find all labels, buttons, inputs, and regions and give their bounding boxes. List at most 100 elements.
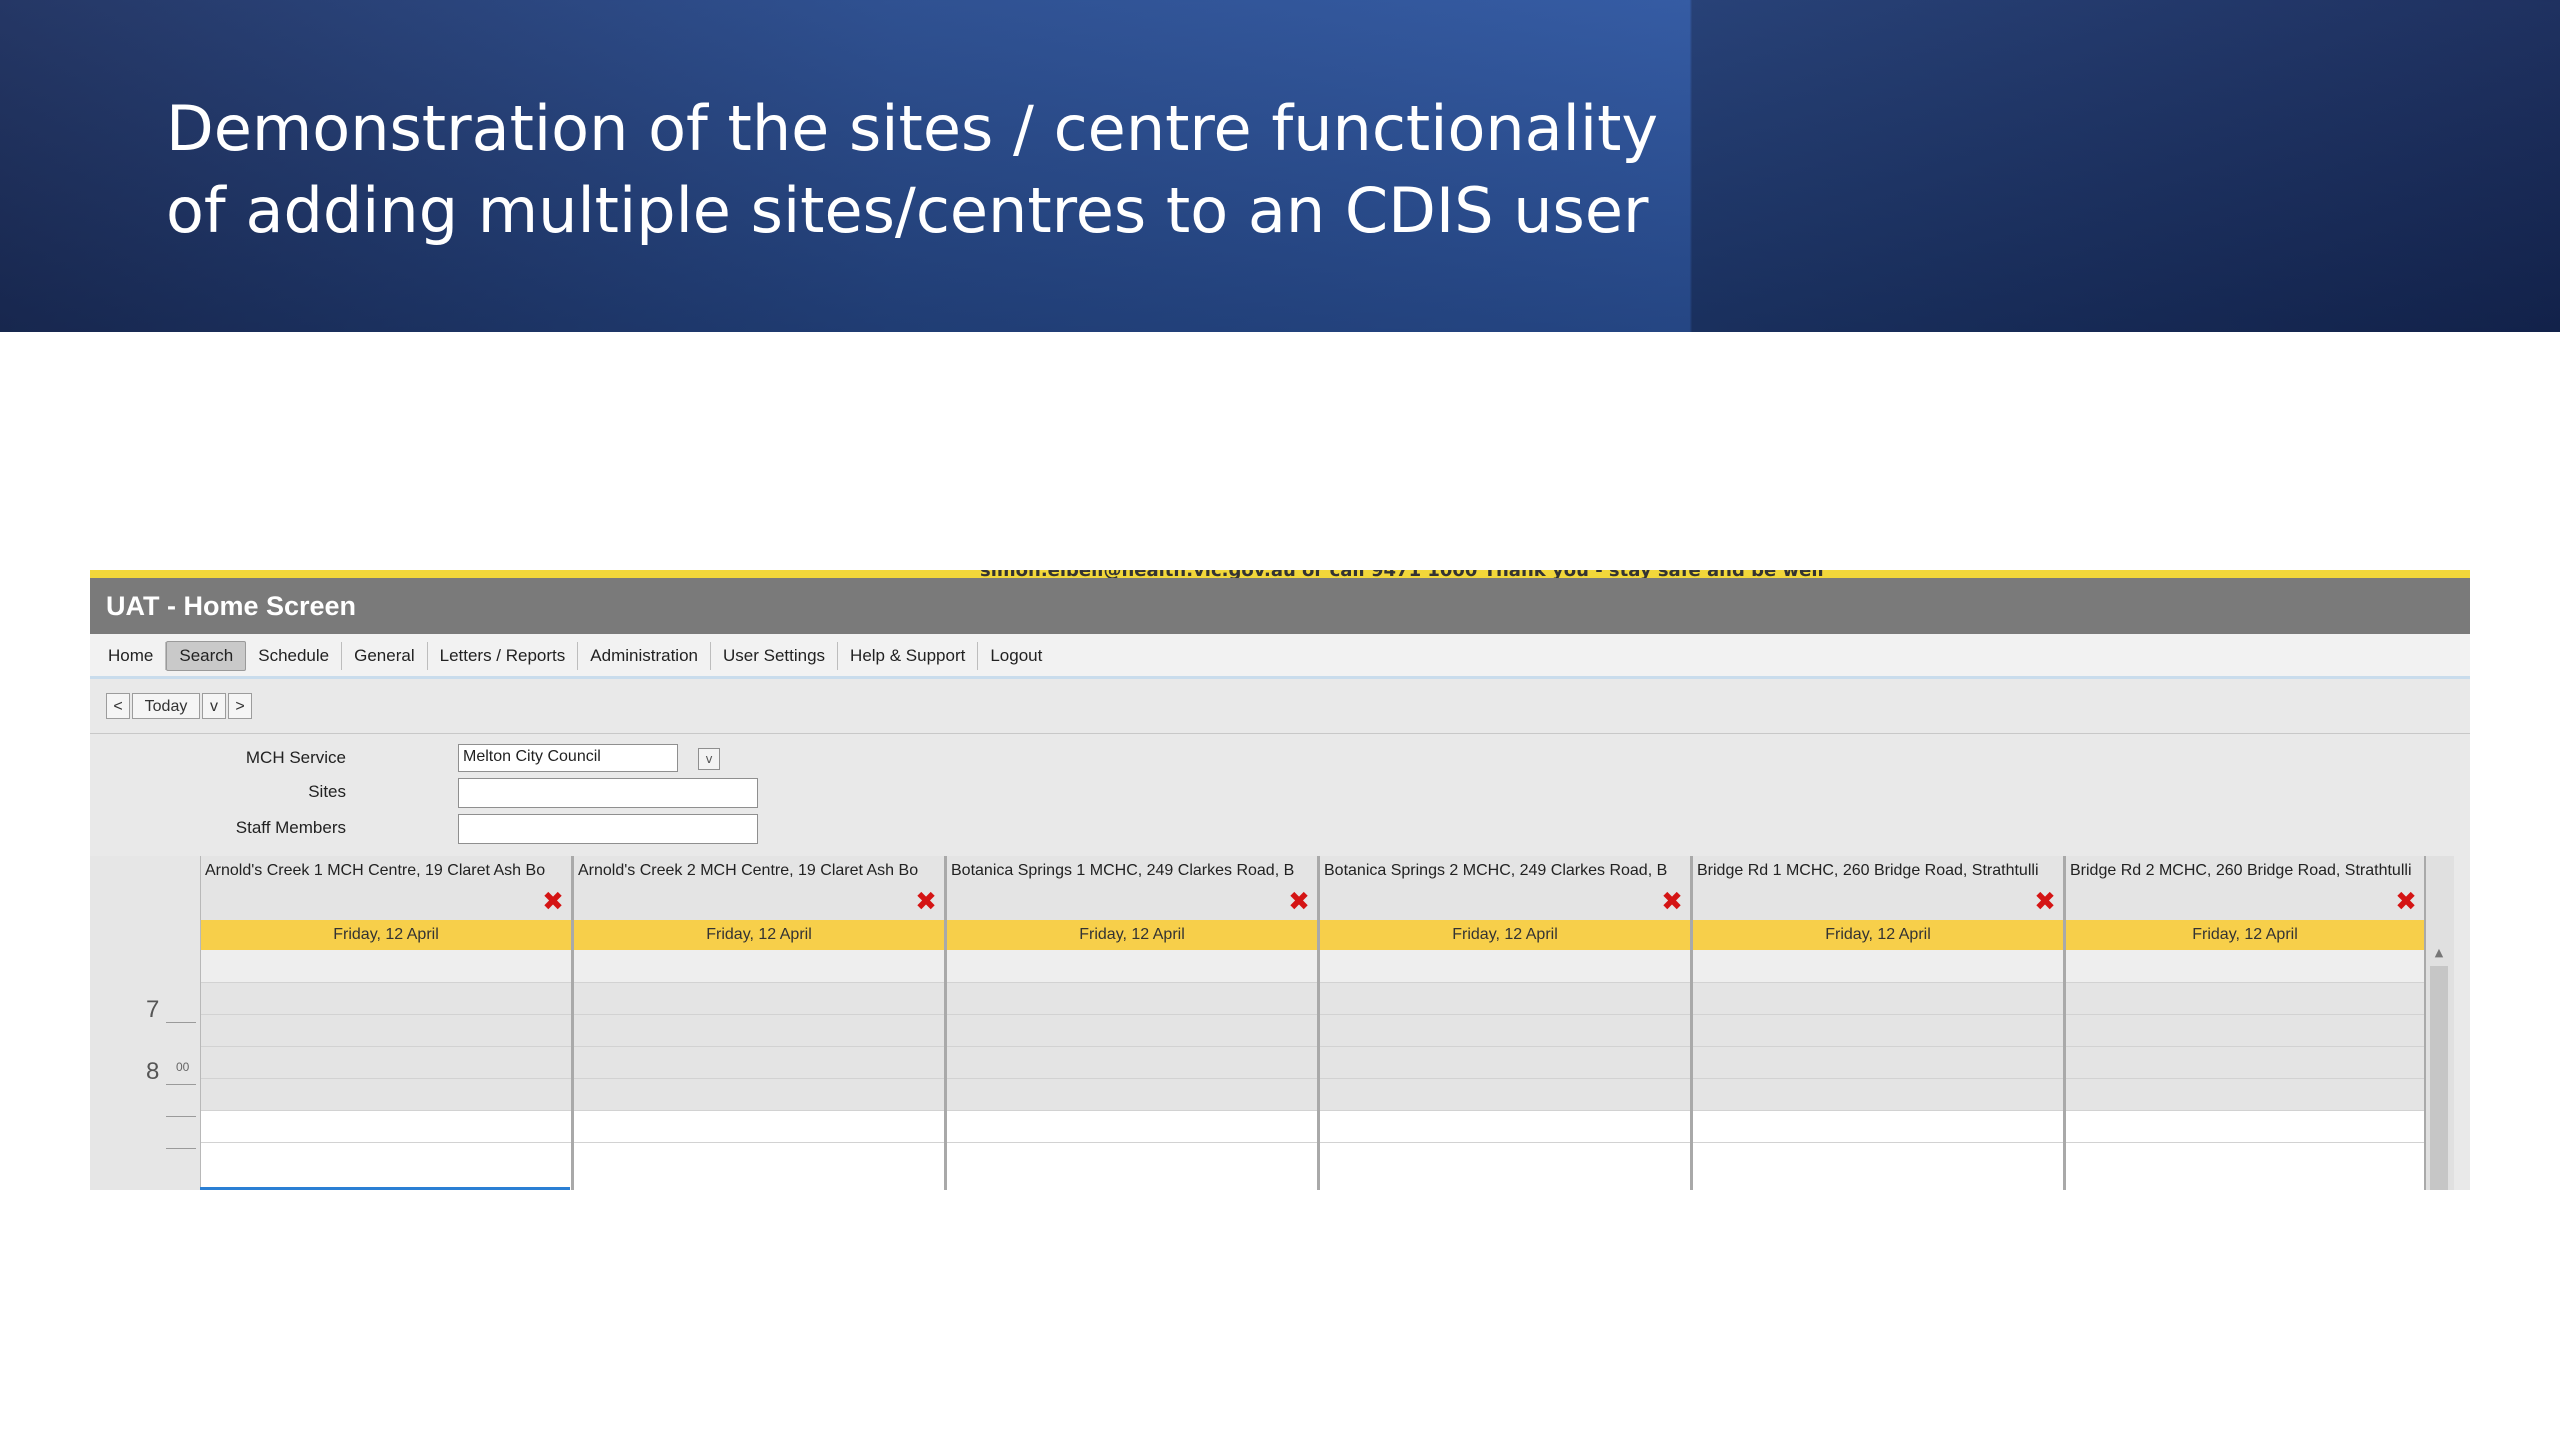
schedule-grid: 7 8 00 Arnold's Creek 1 MCH Centre, 19 C… [90,856,2470,1190]
all-day-slot[interactable] [574,950,944,983]
menu-letters-reports[interactable]: Letters / Reports [428,642,579,670]
all-day-slot[interactable] [201,950,571,983]
time-slot[interactable] [947,1142,1317,1190]
menu-help-support[interactable]: Help & Support [838,642,979,670]
site-column-header: Bridge Rd 2 MCHC, 260 Bridge Road, Strat… [2066,856,2424,920]
site-name: Bridge Rd 2 MCHC, 260 Bridge Road, Strat… [2070,862,2412,879]
main-menu: Home Search Schedule General Letters / R… [90,634,2470,679]
next-day-button[interactable]: > [228,693,252,719]
slide-header: Demonstration of the sites / centre func… [0,0,2560,332]
red-x-icon[interactable]: ✖ [914,889,938,915]
scrollbar-thumb[interactable] [2430,966,2448,1190]
time-slot[interactable] [1320,1014,1690,1046]
mch-service-select[interactable]: Melton City Council [458,744,678,772]
sites-input[interactable] [458,778,758,808]
notice-banner-text: simon.elbell@health.vic.gov.au or call 9… [980,570,1824,578]
time-tick [166,1022,196,1023]
time-slot[interactable] [201,1110,571,1142]
time-slot[interactable] [1320,1142,1690,1190]
site-column-header: Bridge Rd 1 MCHC, 260 Bridge Road, Strat… [1693,856,2063,920]
site-column-2: Arnold's Creek 2 MCH Centre, 19 Claret A… [574,856,947,1190]
site-column-3: Botanica Springs 1 MCHC, 249 Clarkes Roa… [947,856,1320,1190]
site-name: Botanica Springs 2 MCHC, 249 Clarkes Roa… [1324,862,1668,879]
time-slot[interactable] [2066,982,2424,1014]
filter-panel: MCH Service Melton City Council v Sites … [90,734,2470,854]
time-slot[interactable] [1693,1142,2063,1190]
menu-administration[interactable]: Administration [578,642,711,670]
time-slot[interactable] [2066,1142,2424,1190]
column-date: Friday, 12 April [2066,920,2424,950]
red-x-icon[interactable]: ✖ [541,889,565,915]
site-column-header: Botanica Springs 1 MCHC, 249 Clarkes Roa… [947,856,1317,920]
site-column-header: Botanica Springs 2 MCHC, 249 Clarkes Roa… [1320,856,1690,920]
menu-schedule[interactable]: Schedule [246,642,343,670]
time-slot[interactable] [1693,982,2063,1014]
slide-title: Demonstration of the sites / centre func… [166,88,1726,252]
time-slot[interactable] [1320,1046,1690,1078]
all-day-slot[interactable] [2066,950,2424,983]
time-slot[interactable] [201,1046,571,1078]
staff-members-label: Staff Members [235,818,346,837]
site-column-4: Botanica Springs 2 MCHC, 249 Clarkes Roa… [1320,856,1693,1190]
red-x-icon[interactable]: ✖ [1287,889,1311,915]
time-slot[interactable] [1693,1078,2063,1110]
staff-members-input[interactable] [458,814,758,844]
time-tick [166,1084,196,1085]
red-x-icon[interactable]: ✖ [1660,889,1684,915]
time-slot[interactable] [1693,1110,2063,1142]
time-slot[interactable] [947,1014,1317,1046]
all-day-slot[interactable] [947,950,1317,983]
time-slot[interactable] [574,1142,944,1190]
time-slot[interactable] [2066,1110,2424,1142]
date-dropdown-button[interactable]: v [202,693,226,719]
prev-day-button[interactable]: < [106,693,130,719]
window-title: UAT - Home Screen [106,591,357,621]
notice-banner: simon.elbell@health.vic.gov.au or call 9… [90,570,2470,578]
time-slot[interactable] [2066,1046,2424,1078]
column-date: Friday, 12 April [1693,920,2063,950]
selection-indicator [200,1187,570,1190]
time-slot[interactable] [574,1078,944,1110]
time-slot[interactable] [201,1078,571,1110]
all-day-slot[interactable] [1693,950,2063,983]
site-column-5: Bridge Rd 1 MCHC, 260 Bridge Road, Strat… [1693,856,2066,1190]
time-slot[interactable] [1693,1014,2063,1046]
scroll-up-icon[interactable]: ▲ [2430,946,2448,962]
mch-service-value: Melton City Council [463,748,601,765]
time-slot[interactable] [947,1110,1317,1142]
time-tick [166,1116,196,1117]
all-day-slot[interactable] [1320,950,1690,983]
time-slot[interactable] [574,982,944,1014]
menu-user-settings[interactable]: User Settings [711,642,839,670]
time-slot[interactable] [1320,1078,1690,1110]
time-slot[interactable] [201,982,571,1014]
time-slot[interactable] [201,1014,571,1046]
time-slot[interactable] [947,982,1317,1014]
site-column-header: Arnold's Creek 2 MCH Centre, 19 Claret A… [574,856,944,920]
today-button[interactable]: Today [132,693,200,719]
time-slot[interactable] [574,1046,944,1078]
menu-search[interactable]: Search [166,641,247,671]
time-slot[interactable] [201,1142,571,1190]
time-slot[interactable] [1320,1110,1690,1142]
menu-home[interactable]: Home [96,642,167,670]
time-slot[interactable] [574,1014,944,1046]
time-slot[interactable] [1320,982,1690,1014]
time-slot[interactable] [2066,1014,2424,1046]
time-gutter: 7 8 00 [90,856,202,1190]
menu-logout[interactable]: Logout [978,642,1054,670]
vertical-scrollbar[interactable]: ▲ [2426,856,2454,1190]
mch-service-dropdown[interactable]: v [698,748,720,770]
time-slot[interactable] [2066,1078,2424,1110]
column-date: Friday, 12 April [1320,920,1690,950]
time-tick [166,1148,196,1149]
red-x-icon[interactable]: ✖ [2394,889,2418,915]
time-slot[interactable] [1693,1046,2063,1078]
time-slot[interactable] [574,1110,944,1142]
time-slot[interactable] [947,1046,1317,1078]
menu-general[interactable]: General [342,642,428,670]
app-screenshot: simon.elbell@health.vic.gov.au or call 9… [90,570,2470,1190]
red-x-icon[interactable]: ✖ [2033,889,2057,915]
time-slot[interactable] [947,1078,1317,1110]
chevron-down-icon: v [210,698,218,715]
